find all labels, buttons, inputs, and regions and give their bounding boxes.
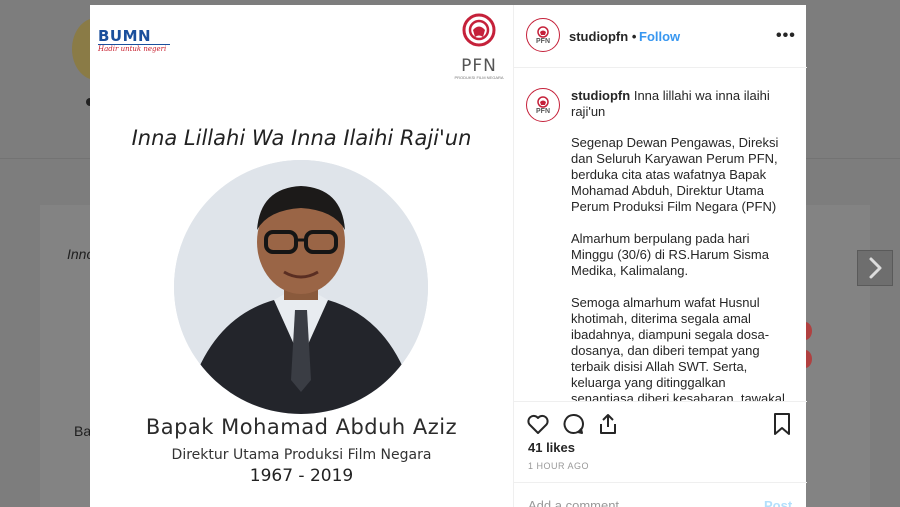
caption-area[interactable]: PFN studiopfn Inna lillahi wa inna ilaih…: [514, 68, 807, 401]
post-modal: BUMN Hadir untuk negeri PFN PRODUKSI FIL…: [90, 5, 807, 507]
comment-icon[interactable]: [561, 412, 585, 436]
header-username: studiopfn: [569, 29, 629, 44]
caption-paragraph: Segenap Dewan Pengawas, Direksi dan Selu…: [571, 135, 779, 214]
bumn-brand: BUMN: [98, 27, 152, 45]
like-count[interactable]: 41 likes: [528, 440, 575, 455]
post-headline: Inna Lillahi Wa Inna Ilaihi Raji'un: [131, 126, 472, 150]
pfn-logo: PFN PRODUKSI FILM NEGARA: [454, 13, 504, 80]
comment-input[interactable]: Add a comment...: [528, 498, 630, 507]
post-sidebar: PFN studiopfn • Follow ••• PFN studiopfn…: [513, 5, 807, 507]
pfn-emblem-icon: [537, 95, 549, 108]
pfn-emblem-icon: [537, 25, 549, 38]
bumn-logo: BUMN Hadir untuk negeri: [98, 27, 170, 53]
post-image[interactable]: BUMN Hadir untuk negeri PFN PRODUKSI FIL…: [90, 5, 513, 507]
caption-paragraph: Almarhum berpulang pada hari Minggu (30/…: [571, 231, 769, 278]
background-text-bottom: Ba: [74, 423, 92, 439]
person-name: Bapak Mohamad Abduh Aziz: [145, 415, 458, 439]
caption-username[interactable]: studiopfn: [571, 88, 630, 103]
caption-first-line: studiopfn Inna lillahi wa inna ilaihi ra…: [571, 88, 783, 120]
person-title: Direktur Utama Produksi Film Negara: [171, 447, 432, 463]
bumn-tagline: Hadir untuk negeri: [98, 44, 170, 53]
more-options-button[interactable]: •••: [776, 27, 796, 45]
pfn-emblem-icon: [462, 13, 496, 47]
pfn-brand: PFN: [461, 56, 497, 76]
heart-icon[interactable]: [526, 412, 550, 436]
avatar[interactable]: PFN: [526, 18, 560, 52]
person-portrait-icon: [174, 160, 428, 414]
share-icon[interactable]: [596, 412, 620, 436]
post-comment-button[interactable]: Post: [764, 498, 792, 507]
header-username-link[interactable]: studiopfn •: [569, 29, 636, 44]
pfn-subtitle: PRODUKSI FILM NEGARA: [454, 75, 504, 80]
caption-body: Segenap Dewan Pengawas, Direksi dan Selu…: [571, 135, 786, 401]
header-separator: •: [631, 29, 637, 44]
avatar-label: PFN: [536, 107, 550, 115]
post-timestamp: 1 HOUR AGO: [528, 461, 590, 471]
avatar-label: PFN: [536, 37, 550, 45]
next-post-button[interactable]: [857, 250, 893, 286]
post-header: PFN studiopfn • Follow •••: [514, 5, 807, 68]
caption-avatar[interactable]: PFN: [526, 88, 560, 122]
portrait-photo: [174, 160, 428, 414]
follow-button[interactable]: Follow: [639, 29, 680, 44]
chevron-right-icon: [869, 257, 882, 279]
bookmark-icon[interactable]: [770, 412, 794, 436]
person-years: 1967 - 2019: [249, 466, 354, 486]
comment-bar: Add a comment... Post: [514, 482, 807, 507]
caption-paragraph: Semoga almarhum wafat Husnul khotimah, d…: [571, 295, 785, 401]
